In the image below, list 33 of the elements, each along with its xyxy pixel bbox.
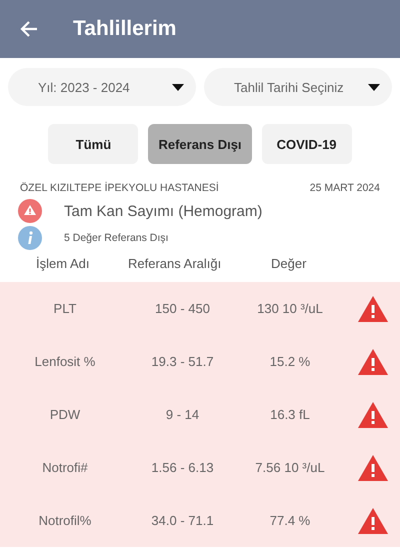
table-cell-text: 15.2 % bbox=[268, 354, 312, 369]
hospital-name: ÖZEL KIZILTEPE İPEKYOLU HASTANESİ bbox=[20, 182, 219, 194]
table-cell-text: PLT bbox=[52, 301, 78, 316]
table-cell-text: Notrofi# bbox=[41, 460, 89, 475]
table-cell-text: 19.3 - 51.7 bbox=[150, 354, 215, 369]
dropdown[interactable]: Tahlil Tarihi Seçiniz bbox=[204, 68, 392, 106]
column-header: Değer bbox=[270, 256, 308, 272]
table-cell-text: 77.4 % bbox=[268, 513, 312, 528]
table-cell-text: 34.0 - 71.1 bbox=[150, 513, 215, 528]
table-cell-text: Notrofil% bbox=[38, 513, 92, 528]
back-icon[interactable] bbox=[19, 19, 39, 39]
table-cell-text: 130 10 ³/uL bbox=[256, 301, 324, 316]
table-cell-text: 7.56 10 ³/uL bbox=[254, 460, 326, 475]
dropdown[interactable]: Yıl: 2023 - 2024 bbox=[8, 68, 196, 106]
table-cell-text: 9 - 14 bbox=[164, 407, 200, 422]
app-title: Tahlillerim bbox=[73, 17, 176, 41]
table-cell-text: 150 - 450 bbox=[154, 301, 211, 316]
caret-icon bbox=[368, 84, 380, 90]
report-date: 25 MART 2024 bbox=[310, 182, 380, 194]
summary-text: 5 Değer Referans Dışı bbox=[64, 232, 168, 244]
table-cell-text: 16.3 fL bbox=[269, 407, 311, 422]
filter-tab[interactable]: Tümü bbox=[48, 124, 138, 164]
column-header: Referans Aralığı bbox=[128, 256, 222, 272]
table-cell-text: 1.56 - 6.13 bbox=[150, 460, 215, 475]
table-cell-text: Lenfosit % bbox=[34, 354, 96, 369]
test-name: Tam Kan Sayımı (Hemogram) bbox=[64, 202, 262, 220]
info-icon bbox=[18, 226, 42, 250]
filter-tab[interactable]: Referans Dışı bbox=[148, 124, 252, 164]
filter-tab[interactable]: COVID-19 bbox=[262, 124, 352, 164]
column-header: İşlem Adı bbox=[35, 256, 90, 272]
caret-icon bbox=[172, 84, 184, 90]
warning-icon bbox=[18, 199, 42, 223]
table-cell-text: PDW bbox=[48, 407, 82, 422]
